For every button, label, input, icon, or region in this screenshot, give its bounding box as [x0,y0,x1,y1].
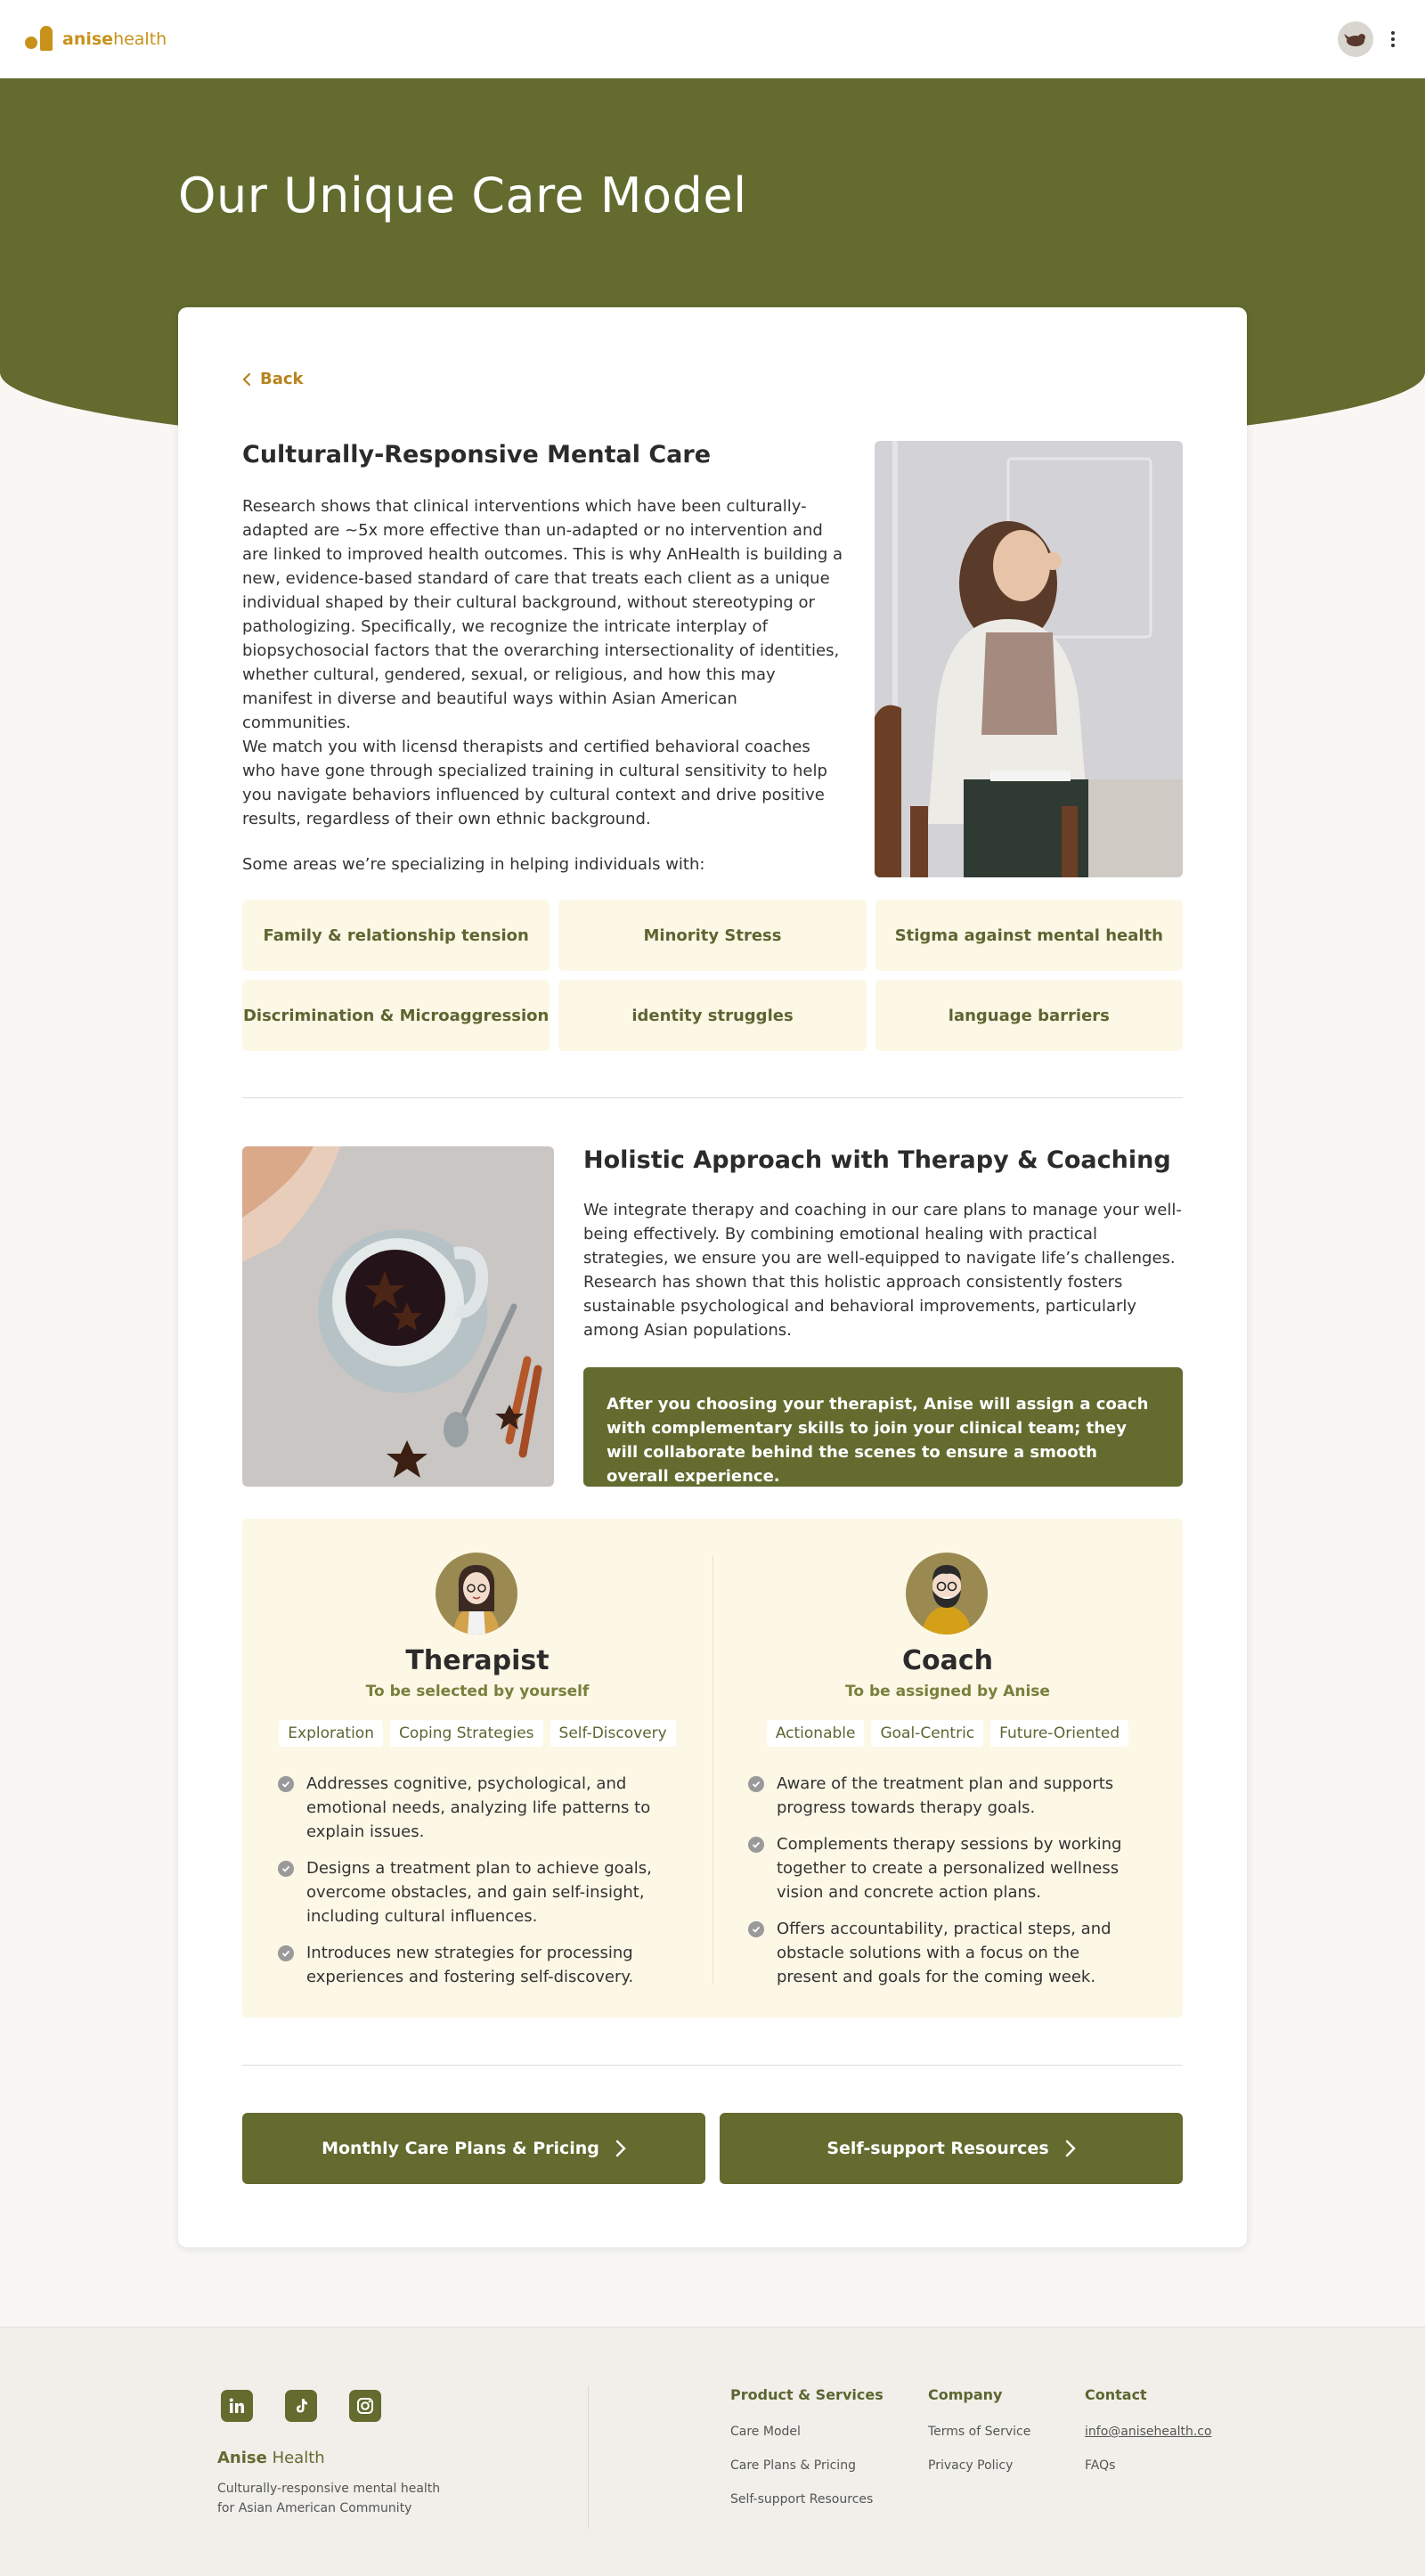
coach-subtitle: To be assigned by Anise [845,1683,1050,1700]
section1-paragraph-2: We match you with licensd therapists and… [242,738,827,828]
site-footer: Anise Health Culturally-responsive menta… [0,2327,1425,2576]
coach-column: Coach To be assigned by Anise Actionable… [712,1519,1183,2018]
coach-point: Offers accountability, practical steps, … [748,1917,1140,1989]
tag-stigma: Stigma against mental health [875,900,1183,971]
therapist-point: Addresses cognitive, psychological, and … [278,1772,670,1844]
coach-point: Aware of the treatment plan and supports… [748,1772,1140,1820]
footer-col-title: Product & Services [730,2386,884,2403]
social-links [221,2390,381,2422]
check-circle-icon [278,1945,294,1961]
check-circle-icon [748,1837,764,1853]
section2-paragraph: We integrate therapy and coaching in our… [583,1201,1182,1340]
therapist-point: Designs a treatment plan to achieve goal… [278,1856,670,1928]
avatar-pet-icon [1344,33,1365,46]
tag-minority-stress: Minority Stress [558,900,867,971]
self-support-resources-label: Self-support Resources [826,2139,1049,2158]
tea-cup-photo [242,1146,554,1487]
section1-paragraph-1: Research shows that clinical interventio… [242,497,843,732]
top-navbar: anisehealth [0,0,1425,78]
coach-avatar [906,1553,988,1634]
footer-link-faqs[interactable]: FAQs [1085,2458,1212,2473]
bottom-divider [242,2065,1183,2066]
tag-identity-struggles: identity struggles [558,980,867,1051]
coach-assignment-callout: After you choosing your therapist, Anise… [583,1367,1183,1487]
therapist-tag: Coping Strategies [389,1720,543,1747]
chevron-right-icon [1065,2140,1076,2157]
coach-point: Complements therapy sessions by working … [748,1832,1140,1904]
footer-link-terms[interactable]: Terms of Service [928,2425,1030,2439]
page-title: Our Unique Care Model [178,167,747,224]
logo-text-bold: anise [62,29,114,49]
tag-language-barriers: language barriers [875,980,1183,1051]
back-label: Back [260,370,304,388]
check-circle-icon [748,1776,764,1792]
check-circle-icon [278,1861,294,1877]
section-title-culturally-responsive: Culturally-Responsive Mental Care [242,441,712,469]
check-circle-icon [278,1776,294,1792]
footer-col-title: Contact [1085,2386,1147,2403]
footer-link-care-model[interactable]: Care Model [730,2425,884,2439]
footer-brand: Anise Health [217,2449,325,2467]
therapist-subtitle: To be selected by yourself [365,1683,590,1700]
therapist-point: Introduces new strategies for processing… [278,1941,670,1989]
coach-tag: Future-Oriented [990,1720,1129,1747]
anise-health-logo[interactable]: anisehealth [25,25,167,53]
footer-link-email[interactable]: info@anisehealth.co [1085,2425,1212,2439]
footer-col-contact: Contact info@anisehealth.co FAQs [1085,2386,1212,2492]
care-model-card: Back Culturally-Responsive Mental Care R… [178,307,1247,2247]
footer-link-self-support[interactable]: Self-support Resources [730,2492,884,2507]
tag-family-tension: Family & relationship tension [242,900,550,971]
back-link[interactable]: Back [242,370,304,388]
logo-mark-icon [25,25,55,53]
footer-link-privacy[interactable]: Privacy Policy [928,2458,1030,2473]
section-divider [242,1097,1183,1098]
care-plans-pricing-button[interactable]: Monthly Care Plans & Pricing [242,2113,705,2184]
section1-paragraph-3: Some areas we’re specializing in helping… [242,855,705,874]
footer-tagline: Culturally-responsive mental health for … [217,2482,441,2515]
therapist-title: Therapist [405,1645,550,1676]
specialization-tags: Family & relationship tension Minority S… [242,900,1183,1051]
footer-divider [588,2386,589,2529]
instagram-icon[interactable] [349,2390,381,2422]
coach-tag: Goal-Centric [871,1720,984,1747]
self-support-resources-button[interactable]: Self-support Resources [720,2113,1183,2184]
therapist-avatar [436,1553,517,1634]
footer-col-company: Company Terms of Service Privacy Policy [928,2386,1030,2492]
user-avatar[interactable] [1338,20,1373,57]
more-menu-icon[interactable] [1386,28,1400,51]
section-title-holistic: Holistic Approach with Therapy & Coachin… [583,1146,1171,1174]
coach-title: Coach [901,1645,993,1676]
therapist-coach-comparison: Therapist To be selected by yourself Exp… [242,1519,1183,2018]
coach-tag: Actionable [766,1720,865,1747]
therapist-tags: Exploration Coping Strategies Self-Disco… [242,1720,712,1747]
footer-col-products: Product & Services Care Model Care Plans… [730,2386,884,2526]
woman-on-phone-photo [875,441,1183,877]
logo-text-light: health [113,29,167,49]
footer-link-care-plans[interactable]: Care Plans & Pricing [730,2458,884,2473]
chevron-left-icon [242,372,251,386]
therapist-tag: Exploration [279,1720,383,1747]
tag-discrimination: Discrimination & Microaggression [242,980,550,1051]
therapist-tag: Self-Discovery [550,1720,676,1747]
tiktok-icon[interactable] [285,2390,317,2422]
care-plans-pricing-label: Monthly Care Plans & Pricing [322,2139,599,2158]
footer-col-title: Company [928,2386,1003,2403]
therapist-column: Therapist To be selected by yourself Exp… [242,1519,712,2018]
chevron-right-icon [615,2140,626,2157]
therapist-points: Addresses cognitive, psychological, and … [278,1772,670,2001]
check-circle-icon [748,1921,764,1937]
coach-points: Aware of the treatment plan and supports… [748,1772,1140,2001]
linkedin-icon[interactable] [221,2390,253,2422]
coach-tags: Actionable Goal-Centric Future-Oriented [712,1720,1183,1747]
